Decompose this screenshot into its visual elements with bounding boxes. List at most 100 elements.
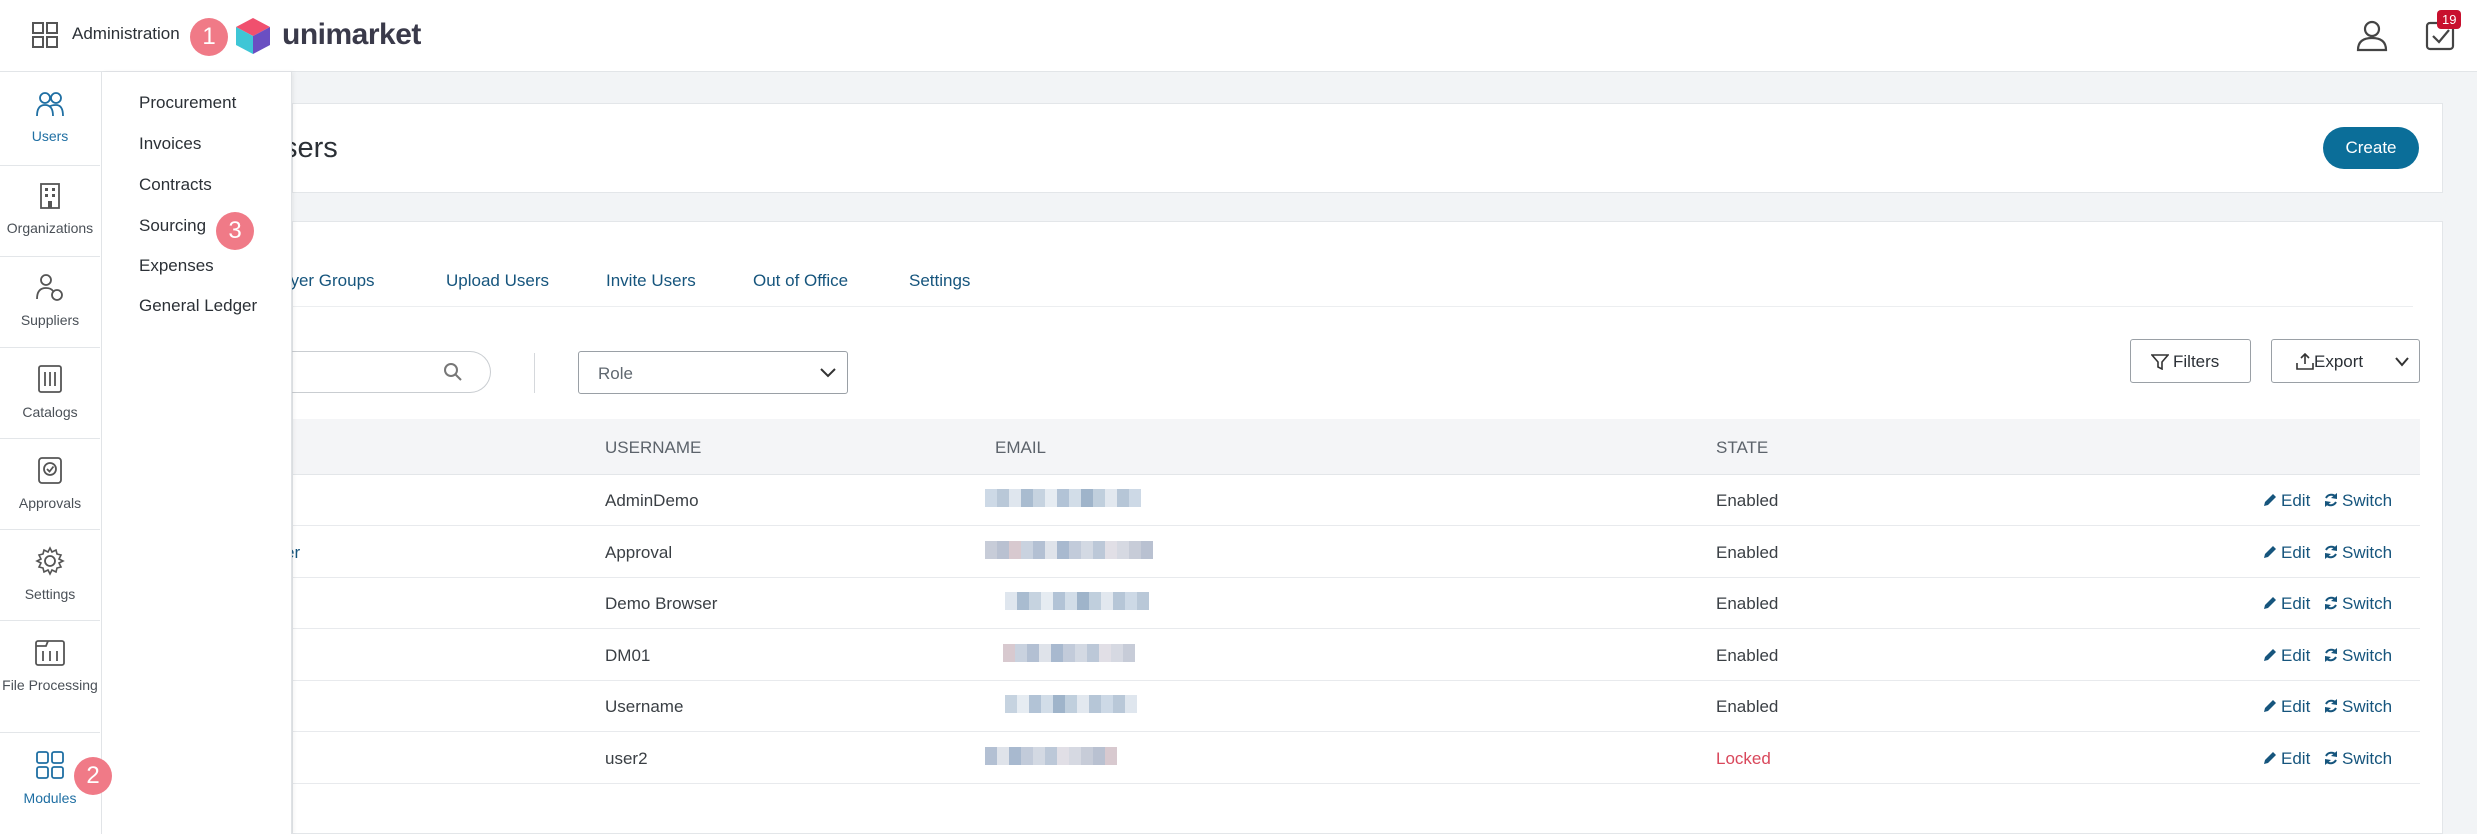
menu-item-procurement[interactable]: Procurement xyxy=(139,93,236,113)
rail-label-suppliers: Suppliers xyxy=(20,312,80,328)
switch-label: Switch xyxy=(2342,748,2393,768)
edit-link[interactable]: Edit xyxy=(2262,646,2310,666)
table-row: AdminDemo Enabled Edit Switch xyxy=(293,475,2420,526)
switch-label: Switch xyxy=(2342,491,2393,510)
marker-1: 1 xyxy=(190,18,228,56)
cell-username: Username xyxy=(605,697,684,716)
tab-upload-users[interactable]: Upload Users xyxy=(446,271,549,291)
edit-link[interactable]: Edit xyxy=(2262,543,2310,563)
rail-item-catalogs[interactable]: Catalogs xyxy=(0,364,100,422)
table-row: rDM01EnabledEditSwitch xyxy=(285,630,2420,681)
tab-buyer-groups[interactable]: uyer Groups xyxy=(281,271,375,291)
switch-link[interactable]: Switch xyxy=(2323,697,2392,717)
tab-out-of-office[interactable]: Out of Office xyxy=(753,271,848,291)
divider xyxy=(0,256,100,257)
cell-username: DM01 xyxy=(605,645,651,665)
switch-label: Switch xyxy=(2342,645,2393,665)
switch-link[interactable]: Switch xyxy=(2323,543,2392,563)
search-icon[interactable] xyxy=(443,362,463,382)
refresh-icon xyxy=(2325,596,2337,610)
edit-link[interactable]: Edit xyxy=(2262,491,2310,511)
cell-state: Enabled xyxy=(1716,491,1779,510)
switch-label: Switch xyxy=(2342,594,2393,613)
divider xyxy=(0,620,100,621)
tab-bar: uyer Groups Upload Users Invite Users Ou… xyxy=(281,222,2413,307)
user-profile-icon[interactable] xyxy=(2355,18,2389,52)
top-bar: Administration ▼ unimarket 19 xyxy=(0,0,2477,72)
menu-item-sourcing[interactable]: Sourcing xyxy=(139,216,206,236)
cell-state: Locked xyxy=(1716,748,1771,768)
redacted-email xyxy=(985,540,1153,559)
approval-icon xyxy=(38,457,62,484)
modules-flyout-menu: Procurement Invoices Contracts Sourcing … xyxy=(102,72,292,834)
refresh-icon xyxy=(2325,544,2337,559)
table-row: Username Enabled Edit Switch xyxy=(293,681,2420,732)
column-username[interactable]: USERNAME xyxy=(605,438,701,458)
edit-link[interactable]: Edit xyxy=(2262,697,2310,717)
pencil-icon xyxy=(2264,648,2276,661)
rail-item-suppliers[interactable]: Suppliers xyxy=(0,272,100,330)
gear-icon xyxy=(35,546,65,576)
app-grid-icon[interactable] xyxy=(32,22,58,48)
cell-username: AdminDemo xyxy=(605,491,699,510)
rail-label-organizations: Organizations xyxy=(6,220,94,236)
pencil-icon xyxy=(2264,700,2276,712)
app-switcher-label[interactable]: Administration xyxy=(72,24,180,44)
filter-icon xyxy=(2151,354,2169,370)
cell-state: Enabled xyxy=(1716,594,1779,613)
switch-link[interactable]: Switch xyxy=(2323,491,2392,511)
create-button[interactable]: Create xyxy=(2323,127,2419,169)
role-select[interactable]: Role xyxy=(578,351,848,394)
rail-label-file-processing: File Processing xyxy=(2,677,98,693)
marker-2: 2 xyxy=(74,757,112,795)
export-button[interactable]: Export xyxy=(2271,339,2420,383)
table-row: er Approval Enabled Edit Switch xyxy=(285,527,2420,578)
edit-label: Edit xyxy=(2281,542,2311,562)
filters-label: Filters xyxy=(2173,352,2220,371)
menu-item-invoices[interactable]: Invoices xyxy=(139,134,201,154)
rail-label-catalogs: Catalogs xyxy=(22,404,78,420)
tab-settings[interactable]: Settings xyxy=(909,271,970,291)
chevron-down-icon xyxy=(2395,357,2409,367)
supplier-icon xyxy=(36,274,63,301)
rail-item-file-processing[interactable]: File Processing xyxy=(0,637,100,695)
modules-icon xyxy=(36,751,64,779)
refresh-icon xyxy=(2325,750,2337,765)
edit-label: Edit xyxy=(2281,748,2311,768)
switch-label: Switch xyxy=(2342,697,2393,716)
edit-link[interactable]: Edit xyxy=(2262,749,2310,769)
menu-item-expenses[interactable]: Expenses xyxy=(139,256,214,276)
menu-item-general-ledger[interactable]: General Ledger xyxy=(139,296,257,316)
divider xyxy=(534,353,535,393)
redacted-email xyxy=(985,746,1117,765)
cell-username: Approval xyxy=(605,542,673,562)
divider xyxy=(0,347,100,348)
rail-item-users[interactable]: Users xyxy=(0,90,100,146)
export-label: Export xyxy=(2314,352,2364,371)
pencil-icon xyxy=(2264,597,2276,609)
switch-link[interactable]: Switch xyxy=(2323,749,2392,769)
rail-item-settings[interactable]: Settings xyxy=(0,546,100,604)
column-state[interactable]: STATE xyxy=(1716,438,1768,458)
refresh-icon xyxy=(2325,699,2337,713)
edit-link[interactable]: Edit xyxy=(2262,594,2310,614)
unimarket-logo-icon xyxy=(236,18,270,54)
switch-link[interactable]: Switch xyxy=(2323,646,2392,666)
rail-label-users: Users xyxy=(31,128,69,144)
rail-item-organizations[interactable]: Organizations xyxy=(0,182,100,238)
edit-label: Edit xyxy=(2281,491,2311,510)
cell-username: user2 xyxy=(605,748,648,768)
switch-link[interactable]: Switch xyxy=(2323,594,2392,614)
menu-item-contracts[interactable]: Contracts xyxy=(139,175,212,195)
search-input[interactable] xyxy=(283,351,491,393)
redacted-email xyxy=(1005,695,1137,713)
filters-button[interactable]: Filters xyxy=(2130,339,2251,383)
tab-invite-users[interactable]: Invite Users xyxy=(606,271,696,291)
table-row: rDemo BrowserEnabledEditSwitch xyxy=(285,578,2420,629)
edit-label: Edit xyxy=(2281,697,2311,716)
column-email[interactable]: EMAIL xyxy=(995,438,1046,458)
refresh-icon xyxy=(2325,647,2337,662)
cell-state: Enabled xyxy=(1716,697,1779,716)
marker-3: 3 xyxy=(216,212,254,250)
rail-item-approvals[interactable]: Approvals xyxy=(0,455,100,513)
